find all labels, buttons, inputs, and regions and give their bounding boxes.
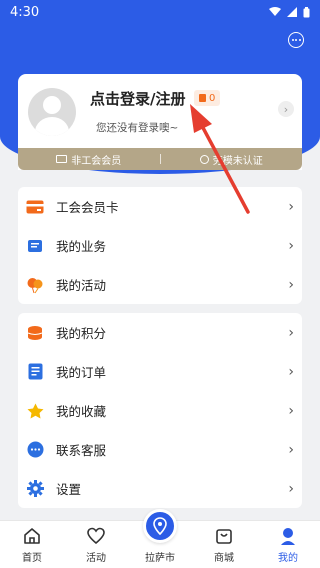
menu-item-my-activities[interactable]: 我的活动 › [18, 265, 302, 304]
shopping-bag-icon [216, 529, 232, 544]
member-status-bar: 非工会会员 劳模未认证 [18, 148, 302, 170]
login-subtitle: 您还没有登录噢~ [96, 122, 179, 134]
wifi-icon [269, 7, 281, 16]
chat-icon [26, 441, 44, 459]
menu-label: 联系客服 [56, 443, 107, 458]
chevron-right-icon: › [288, 402, 294, 419]
coin-badge[interactable]: 0 [194, 90, 221, 106]
business-icon [26, 237, 44, 255]
status-time: 4:30 [10, 4, 40, 20]
order-icon [26, 363, 44, 381]
tab-home[interactable]: 首页 [0, 521, 64, 568]
city-location-button[interactable] [143, 509, 177, 543]
tab-label: 商城 [214, 553, 234, 564]
coin-count: 0 [209, 92, 216, 104]
menu-group-services: 工会会员卡 › 我的业务 › 我的活动 › [18, 187, 302, 304]
model-worker-status[interactable]: 劳模未认证 [161, 152, 303, 167]
menu-item-my-points[interactable]: 我的积分 › [18, 313, 302, 352]
heart-icon [87, 527, 105, 545]
chevron-right-icon: › [288, 237, 294, 254]
menu-item-my-orders[interactable]: 我的订单 › [18, 352, 302, 391]
member-card-icon [26, 198, 44, 216]
user-icon [281, 528, 295, 545]
menu-item-settings[interactable]: 设置 › [18, 469, 302, 508]
tab-label: 活动 [86, 553, 106, 564]
menu-group-account: 我的积分 › 我的订单 › 我的收藏 › 联系客服 › 设置 › [18, 313, 302, 508]
location-icon [153, 517, 167, 535]
menu-label: 我的业务 [56, 239, 107, 254]
more-options-icon[interactable] [288, 32, 304, 48]
chevron-right-icon: › [288, 198, 294, 215]
menu-label: 我的收藏 [56, 404, 107, 419]
gear-icon [26, 480, 44, 498]
menu-item-my-favorites[interactable]: 我的收藏 › [18, 391, 302, 430]
avatar[interactable] [28, 88, 76, 136]
status-bar: 4:30 [0, 0, 320, 24]
id-card-icon [56, 155, 68, 163]
coin-icon [199, 94, 206, 102]
chevron-right-icon: › [288, 480, 294, 497]
chevron-right-icon: › [288, 363, 294, 380]
chevron-right-icon: › [288, 324, 294, 341]
login-register-link[interactable]: 点击登录/注册 [90, 88, 185, 109]
menu-label: 工会会员卡 [56, 200, 119, 215]
balloons-icon [26, 276, 44, 294]
tab-city[interactable]: 拉萨市 [128, 509, 192, 568]
tab-mall[interactable]: 商城 [192, 521, 256, 568]
model-worker-label: 劳模未认证 [212, 155, 263, 167]
chevron-right-icon: › [288, 441, 294, 458]
medal-icon [199, 154, 209, 164]
menu-label: 我的积分 [56, 326, 107, 341]
menu-label: 设置 [56, 482, 82, 497]
signal-icon [287, 7, 297, 17]
tab-label: 拉萨市 [145, 553, 175, 564]
menu-item-member-card[interactable]: 工会会员卡 › [18, 187, 302, 226]
bottom-tab-bar: 首页 活动 拉萨市 商城 我的 [0, 509, 320, 568]
chevron-right-icon: › [288, 276, 294, 293]
menu-label: 我的订单 [56, 365, 107, 380]
status-icons [269, 6, 310, 18]
chevron-right-icon[interactable]: › [278, 101, 294, 117]
battery-icon [303, 6, 310, 17]
union-member-status[interactable]: 非工会会员 [18, 152, 160, 167]
star-icon [26, 402, 44, 420]
tab-label: 首页 [22, 553, 42, 564]
menu-item-customer-service[interactable]: 联系客服 › [18, 430, 302, 469]
points-icon [26, 324, 44, 342]
union-member-label: 非工会会员 [71, 155, 122, 167]
menu-label: 我的活动 [56, 278, 107, 293]
tab-label: 我的 [278, 553, 298, 564]
tab-mine[interactable]: 我的 [256, 521, 320, 568]
tab-activities[interactable]: 活动 [64, 521, 128, 568]
menu-item-my-business[interactable]: 我的业务 › [18, 226, 302, 265]
home-icon [24, 528, 40, 544]
